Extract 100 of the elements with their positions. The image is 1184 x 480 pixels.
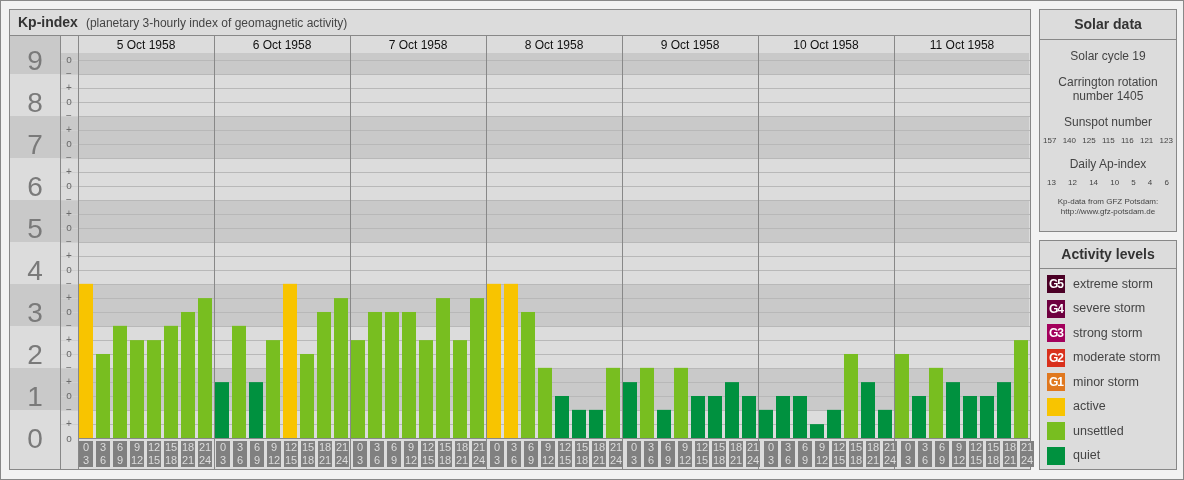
tick-label: + [66,376,72,388]
sunspot-label: Sunspot number [1063,114,1153,131]
ap-value: 10 [1110,177,1120,189]
time-slot-label: 21 24 [883,441,897,467]
axis-label: 7 [27,128,43,160]
time-slot-label: 0 3 [901,441,915,467]
level-badge: G4 [1047,299,1065,318]
sunspot-value: 121 [1139,135,1154,147]
tick-label: − [66,110,72,122]
tick-label: − [66,320,72,332]
time-slot-label: 6 9 [113,441,127,467]
tick-label: o [66,96,72,108]
legend-label: quiet [1073,447,1101,465]
kp-bar [742,396,756,438]
tick-label: o [66,54,72,66]
tick-label: o [66,306,72,318]
legend-label: strong storm [1073,324,1143,342]
time-slot-label: 9 12 [541,441,555,467]
sunspot-value: 157 [1043,135,1057,147]
time-slot-label: 9 12 [952,441,966,467]
time-slot-label: 21 24 [1020,441,1034,467]
time-slot-label: 9 12 [404,441,418,467]
axis-label: 3 [27,297,43,328]
axis-label: 0 [27,423,43,454]
tick-label: o [66,264,72,276]
time-slot-label: 3 6 [781,441,795,467]
legend-label: extreme storm [1073,275,1153,293]
tick-label: − [66,236,72,248]
source-link[interactable]: http://www.gfz-potsdam.de [1060,207,1156,217]
kp-bar [589,409,603,438]
kp-bar [538,367,552,438]
tick-label: − [66,194,72,206]
level-badge: G2 [1047,348,1065,367]
panel-subtitle: (planetary 3-hourly index of geomagnetic activity) [85,14,348,32]
kp-bar [946,382,960,438]
time-slot-label: 12 15 [969,441,983,467]
tick-label: + [66,82,72,94]
time-slot-label: 12 15 [421,441,435,467]
time-slot-label: 15 18 [712,441,726,467]
axis-label: 6 [27,170,43,202]
carrington-rotation: Carrington rotation number 1405 [1057,75,1159,103]
solar-cycle: Solar cycle 19 [1070,48,1146,65]
level-badge: G3 [1047,324,1065,342]
time-slot-label: 18 21 [866,441,880,467]
time-slot-label: 21 24 [609,441,623,467]
kp-bar [861,382,875,438]
time-slot-label: 0 3 [490,441,504,467]
axis-label: 2 [27,339,43,370]
time-slot-label: 3 6 [918,441,932,467]
panel-title: Solar data [1040,10,1176,40]
kp-bar [215,382,229,438]
tick-label: o [66,138,72,150]
tick-label: o [66,222,72,234]
tick-label: − [66,68,72,80]
time-slot-label: 18 21 [1003,441,1017,467]
time-slot-label: 12 15 [284,441,298,467]
kp-bar [912,396,926,438]
tick-label: − [66,362,72,374]
axis-label: 8 [27,86,43,118]
time-slot-label: 12 15 [147,441,161,467]
tick-label: o [66,432,72,444]
day-label: 9 Oct 1958 [660,38,720,52]
axis-label: 5 [27,212,43,244]
time-slot-label: 9 12 [815,441,829,467]
sunspot-value: 116 [1120,135,1134,147]
ap-value: 13 [1047,177,1056,189]
level-badge: G1 [1047,373,1065,391]
kp-bar [555,396,569,438]
time-slot-label: 6 9 [935,441,949,467]
kp-bar [929,367,943,438]
axis-label: 4 [27,254,43,286]
legend-label: active [1073,398,1106,416]
kp-bar [827,409,841,438]
legend-label: minor storm [1073,373,1139,391]
sunspot-value: 125 [1082,135,1096,147]
ap-value: 4 [1147,177,1153,189]
kp-bar [572,409,586,438]
kp-bar [810,424,824,438]
kp-bar [776,396,790,438]
tick-label: o [66,390,72,402]
time-slot-label: 12 15 [695,441,709,467]
time-slot-label: 3 6 [233,441,247,467]
time-slot-label: 6 9 [250,441,264,467]
tick-label: + [66,250,72,262]
kp-bar [708,396,722,438]
legend-label: unsettled [1073,422,1124,440]
sunspot-value: 115 [1101,135,1115,147]
tick-label: − [66,278,72,290]
ap-label: Daily Ap-index [1069,156,1147,173]
day-label: 7 Oct 1958 [388,38,448,52]
kp-bar [691,396,705,438]
time-slot-label: 15 18 [575,441,589,467]
time-slot-label: 6 9 [661,441,675,467]
kp-bar [963,396,977,438]
time-slot-label: 0 3 [353,441,367,467]
day-label: 6 Oct 1958 [252,38,312,52]
time-slot-label: 21 24 [335,441,349,467]
kp-bar [640,367,654,438]
time-slot-label: 15 18 [164,441,178,467]
kp-bar [606,367,620,438]
